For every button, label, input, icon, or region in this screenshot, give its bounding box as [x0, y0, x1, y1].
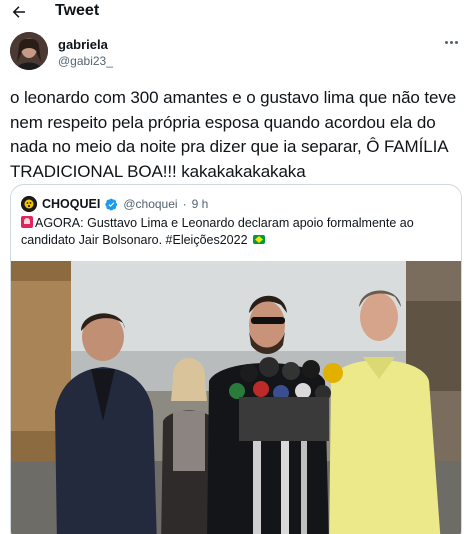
- page-title: Tweet: [55, 2, 100, 19]
- quoted-tweet-body: AGORA: Gusttavo Lima e Leonardo declaram…: [21, 216, 414, 247]
- verified-badge-icon: [105, 198, 118, 210]
- separator-dot: ·: [182, 197, 187, 211]
- top-bar: Tweet: [0, 0, 471, 24]
- arrow-left-icon: [12, 6, 25, 18]
- quoted-author-name: CHOQUEI: [42, 197, 101, 211]
- quoted-tweet-time: 9 h: [191, 197, 209, 211]
- back-button[interactable]: [8, 1, 30, 23]
- quoted-tweet[interactable]: CHOQUEI @choquei · 9 h AGORA: Gusttavo L…: [10, 184, 462, 534]
- author-handle: @gabi23_: [58, 54, 113, 68]
- tweet-text: o leonardo com 300 amantes e o gustavo l…: [10, 88, 457, 181]
- more-options-button[interactable]: [443, 36, 459, 48]
- brazil-flag-icon: [253, 235, 266, 244]
- more-horizontal-icon: [444, 40, 448, 44]
- quoted-tweet-photo[interactable]: [11, 261, 461, 534]
- quoted-author-avatar: [21, 196, 37, 212]
- quoted-tweet-text: AGORA: Gusttavo Lima e Leonardo declaram…: [21, 215, 453, 249]
- quoted-author-handle: @choquei: [123, 197, 178, 211]
- siren-icon: [21, 216, 33, 228]
- author-display-name[interactable]: gabriela: [58, 37, 108, 52]
- tweet-author: gabriela @gabi23_: [10, 32, 461, 74]
- quoted-tweet-header: CHOQUEI @choquei · 9 h: [21, 195, 208, 213]
- avatar[interactable]: [10, 32, 48, 70]
